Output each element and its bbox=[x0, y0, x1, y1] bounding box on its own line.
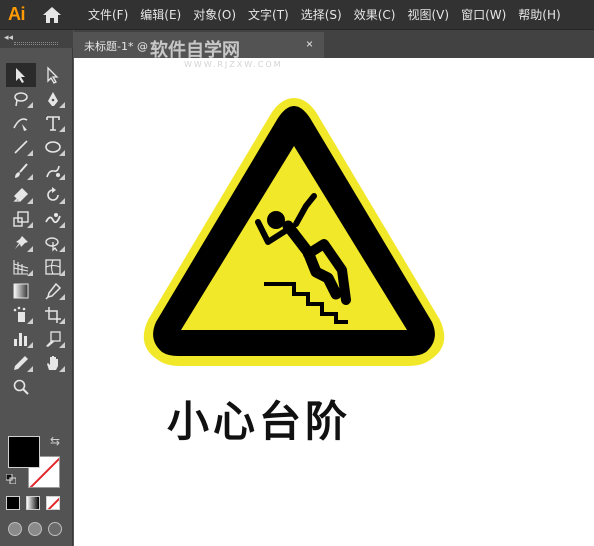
symbol-sprayer-tool[interactable] bbox=[6, 303, 36, 327]
tool-grid bbox=[6, 63, 68, 399]
menu-item[interactable]: 文件(F) bbox=[82, 0, 134, 30]
menu-items: 文件(F) 编辑(E) 对象(O) 文字(T) 选择(S) 效果(C) 视图(V) 窗口(W)… bbox=[82, 0, 567, 30]
watermark-url: WWW.RJZXW.COM bbox=[184, 60, 283, 69]
scale-tool[interactable] bbox=[6, 207, 36, 231]
app-logo: Ai bbox=[8, 4, 26, 24]
direct-selection-tool[interactable] bbox=[38, 63, 68, 87]
type-tool[interactable] bbox=[38, 111, 68, 135]
document-tab-label: 未标题-1* @ bbox=[84, 40, 148, 53]
color-mode-button[interactable] bbox=[6, 496, 20, 510]
pencil-tool[interactable] bbox=[6, 351, 36, 375]
warp-tool[interactable] bbox=[38, 207, 68, 231]
panel-grip[interactable] bbox=[14, 42, 58, 45]
line-tool[interactable] bbox=[6, 135, 36, 159]
selection-arrow-icon bbox=[16, 68, 25, 83]
artboard-canvas[interactable]: 小心台阶 bbox=[74, 58, 594, 546]
tab-close-icon[interactable]: × bbox=[306, 37, 313, 51]
pen-tool[interactable] bbox=[38, 87, 68, 111]
rotate-tool[interactable] bbox=[38, 183, 68, 207]
collapse-icon[interactable]: ◂◂ bbox=[4, 32, 13, 43]
puppet-warp-tool[interactable] bbox=[6, 231, 36, 255]
sign-caption: 小心台阶 bbox=[166, 397, 351, 446]
caution-stairs-sign bbox=[143, 98, 445, 366]
tools-panel: ◂◂ ⇆ bbox=[0, 30, 73, 546]
curvature-pen-icon bbox=[13, 118, 28, 131]
menu-item[interactable]: 编辑(E) bbox=[134, 0, 187, 30]
column-graph-tool[interactable] bbox=[6, 327, 36, 351]
curvature-tool[interactable] bbox=[6, 111, 36, 135]
draw-behind-button[interactable] bbox=[28, 522, 42, 536]
perspective-grid-tool[interactable] bbox=[6, 255, 36, 279]
shape-builder-tool[interactable] bbox=[38, 231, 68, 255]
drawing-mode-row bbox=[8, 522, 62, 536]
magic-wand-tool[interactable] bbox=[6, 87, 36, 111]
fill-stroke-widget: ⇆ bbox=[6, 434, 66, 492]
gradient-tool[interactable] bbox=[6, 279, 36, 303]
gradient-icon bbox=[13, 283, 29, 299]
default-fill-stroke-icon[interactable] bbox=[6, 474, 16, 484]
blob-brush-tool[interactable] bbox=[38, 159, 68, 183]
fill-swatch[interactable] bbox=[8, 436, 40, 468]
swap-fill-stroke-icon[interactable]: ⇆ bbox=[50, 434, 60, 448]
draw-normal-button[interactable] bbox=[8, 522, 22, 536]
mesh-tool[interactable] bbox=[38, 255, 68, 279]
direct-selection-icon bbox=[47, 66, 59, 84]
gradient-mode-button[interactable] bbox=[26, 496, 40, 510]
magnifier-icon bbox=[13, 379, 29, 395]
ellipse-tool[interactable] bbox=[38, 135, 68, 159]
selection-tool[interactable] bbox=[6, 63, 36, 87]
eraser-tool[interactable] bbox=[6, 183, 36, 207]
menu-item[interactable]: 视图(V) bbox=[401, 0, 455, 30]
menu-item[interactable]: 文字(T) bbox=[242, 0, 295, 30]
menu-item[interactable]: 窗口(W) bbox=[455, 0, 512, 30]
slice-tool[interactable] bbox=[38, 327, 68, 351]
none-mode-button[interactable] bbox=[46, 496, 60, 510]
menu-item[interactable]: 效果(C) bbox=[348, 0, 402, 30]
artboard-tool[interactable] bbox=[38, 303, 68, 327]
home-icon[interactable] bbox=[42, 6, 62, 24]
menu-item[interactable]: 选择(S) bbox=[295, 0, 348, 30]
zoom-tool[interactable] bbox=[6, 375, 36, 399]
hand-tool[interactable] bbox=[38, 351, 68, 375]
paintbrush-tool[interactable] bbox=[6, 159, 36, 183]
eyedropper-tool[interactable] bbox=[38, 279, 68, 303]
tools-panel-header: ◂◂ bbox=[0, 30, 73, 48]
menu-bar: Ai 文件(F) 编辑(E) 对象(O) 文字(T) 选择(S) 效果(C) 视图(V) 窗口… bbox=[0, 0, 594, 30]
draw-inside-button[interactable] bbox=[48, 522, 62, 536]
menu-item[interactable]: 对象(O) bbox=[187, 0, 242, 30]
color-mode-row bbox=[6, 496, 66, 510]
watermark-title: 软件自学网 bbox=[150, 40, 240, 61]
menu-item[interactable]: 帮助(H) bbox=[512, 0, 566, 30]
